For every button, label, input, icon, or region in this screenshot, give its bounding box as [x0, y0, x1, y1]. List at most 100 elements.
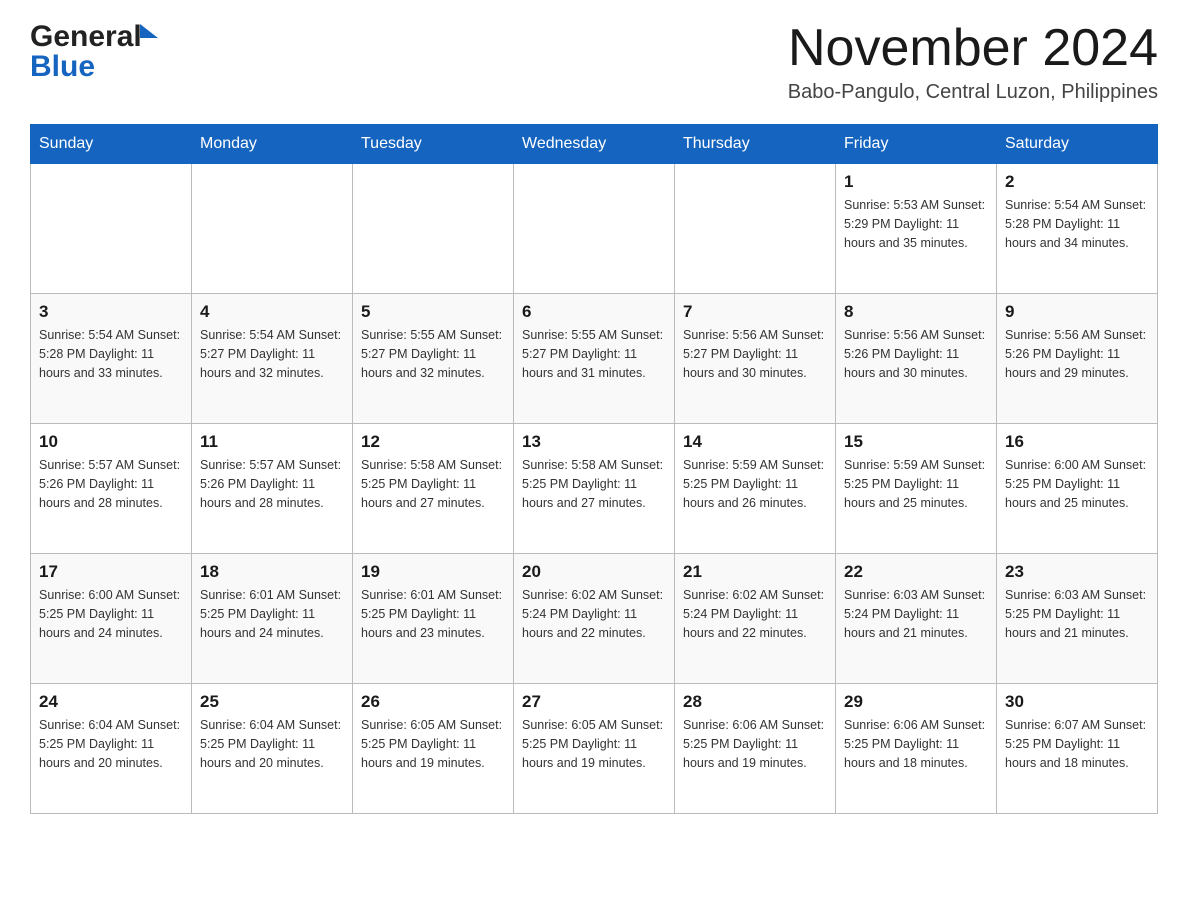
calendar-week-row: 24 Sunrise: 6:04 AM Sunset: 5:25 PM Dayli… [31, 684, 1158, 814]
calendar-cell: 13Sunrise: 5:58 AM Sunset: 5:25 PM Dayli… [514, 424, 675, 554]
day-info: Sunrise: 5:58 AM Sunset: 5:25 PM Dayligh… [361, 456, 505, 512]
calendar-cell: 6 Sunrise: 5:55 AM Sunset: 5:27 PM Daylig… [514, 294, 675, 424]
calendar-week-row: 17 Sunrise: 6:00 AM Sunset: 5:25 PM Dayli… [31, 554, 1158, 684]
day-info: Sunrise: 6:00 AM Sunset: 5:25 PM Dayligh… [39, 586, 183, 642]
calendar-cell [31, 164, 192, 294]
day-number: 5 [361, 302, 505, 322]
day-of-week-header: Tuesday [353, 125, 514, 164]
day-of-week-header: Thursday [675, 125, 836, 164]
day-number: 11 [200, 432, 344, 452]
day-number: 20 [522, 562, 666, 582]
day-info: Sunrise: 5:59 AM Sunset: 5:25 PM Dayligh… [683, 456, 827, 512]
calendar-cell: 19Sunrise: 6:01 AM Sunset: 5:25 PM Dayli… [353, 554, 514, 684]
calendar-cell: 2 Sunrise: 5:54 AM Sunset: 5:28 PM Daylig… [997, 164, 1158, 294]
day-info: Sunrise: 6:04 AM Sunset: 5:25 PM Dayligh… [39, 716, 183, 772]
calendar-cell: 21 Sunrise: 6:02 AM Sunset: 5:24 PM Dayli… [675, 554, 836, 684]
calendar-cell: 5 Sunrise: 5:55 AM Sunset: 5:27 PM Daylig… [353, 294, 514, 424]
day-info: Sunrise: 6:03 AM Sunset: 5:24 PM Dayligh… [844, 586, 988, 642]
day-info: Sunrise: 6:02 AM Sunset: 5:24 PM Dayligh… [522, 586, 666, 642]
day-info: Sunrise: 5:57 AM Sunset: 5:26 PM Dayligh… [200, 456, 344, 512]
day-number: 21 [683, 562, 827, 582]
logo-blue-text: Blue [30, 50, 95, 84]
day-number: 10 [39, 432, 183, 452]
day-info: Sunrise: 5:58 AM Sunset: 5:25 PM Dayligh… [522, 456, 666, 512]
day-number: 27 [522, 692, 666, 712]
calendar-cell: 7 Sunrise: 5:56 AM Sunset: 5:27 PM Daylig… [675, 294, 836, 424]
calendar-cell: 23 Sunrise: 6:03 AM Sunset: 5:25 PM Dayli… [997, 554, 1158, 684]
page-header: General Blue November 2024 Babo-Pangulo,… [30, 20, 1158, 104]
day-number: 3 [39, 302, 183, 322]
calendar-week-row: 1 Sunrise: 5:53 AM Sunset: 5:29 PM Daylig… [31, 164, 1158, 294]
day-info: Sunrise: 5:56 AM Sunset: 5:27 PM Dayligh… [683, 326, 827, 382]
calendar-cell [675, 164, 836, 294]
day-number: 12 [361, 432, 505, 452]
day-number: 26 [361, 692, 505, 712]
location-title: Babo-Pangulo, Central Luzon, Philippines [788, 81, 1158, 104]
calendar-cell: 11 Sunrise: 5:57 AM Sunset: 5:26 PM Dayli… [192, 424, 353, 554]
day-info: Sunrise: 6:03 AM Sunset: 5:25 PM Dayligh… [1005, 586, 1149, 642]
day-info: Sunrise: 6:00 AM Sunset: 5:25 PM Dayligh… [1005, 456, 1149, 512]
day-info: Sunrise: 6:02 AM Sunset: 5:24 PM Dayligh… [683, 586, 827, 642]
calendar-cell: 24 Sunrise: 6:04 AM Sunset: 5:25 PM Dayli… [31, 684, 192, 814]
calendar-cell: 27Sunrise: 6:05 AM Sunset: 5:25 PM Dayli… [514, 684, 675, 814]
calendar-table: SundayMondayTuesdayWednesdayThursdayFrid… [30, 124, 1158, 814]
day-info: Sunrise: 5:54 AM Sunset: 5:27 PM Dayligh… [200, 326, 344, 382]
day-info: Sunrise: 5:54 AM Sunset: 5:28 PM Dayligh… [1005, 196, 1149, 252]
day-number: 4 [200, 302, 344, 322]
day-number: 17 [39, 562, 183, 582]
calendar-cell [353, 164, 514, 294]
day-info: Sunrise: 5:56 AM Sunset: 5:26 PM Dayligh… [844, 326, 988, 382]
calendar-cell: 17 Sunrise: 6:00 AM Sunset: 5:25 PM Dayli… [31, 554, 192, 684]
day-info: Sunrise: 6:01 AM Sunset: 5:25 PM Dayligh… [200, 586, 344, 642]
day-info: Sunrise: 6:07 AM Sunset: 5:25 PM Dayligh… [1005, 716, 1149, 772]
day-info: Sunrise: 6:04 AM Sunset: 5:25 PM Dayligh… [200, 716, 344, 772]
calendar-cell: 10 Sunrise: 5:57 AM Sunset: 5:26 PM Dayli… [31, 424, 192, 554]
day-number: 25 [200, 692, 344, 712]
day-number: 18 [200, 562, 344, 582]
calendar-cell: 26 Sunrise: 6:05 AM Sunset: 5:25 PM Dayli… [353, 684, 514, 814]
calendar-cell: 8 Sunrise: 5:56 AM Sunset: 5:26 PM Daylig… [836, 294, 997, 424]
day-number: 6 [522, 302, 666, 322]
calendar-cell: 3 Sunrise: 5:54 AM Sunset: 5:28 PM Daylig… [31, 294, 192, 424]
day-number: 7 [683, 302, 827, 322]
day-of-week-header: Wednesday [514, 125, 675, 164]
calendar-cell [192, 164, 353, 294]
logo: General Blue [30, 20, 158, 84]
day-number: 2 [1005, 172, 1149, 192]
calendar-cell: 9 Sunrise: 5:56 AM Sunset: 5:26 PM Daylig… [997, 294, 1158, 424]
day-number: 15 [844, 432, 988, 452]
calendar-cell: 28Sunrise: 6:06 AM Sunset: 5:25 PM Dayli… [675, 684, 836, 814]
calendar-cell: 18 Sunrise: 6:01 AM Sunset: 5:25 PM Dayli… [192, 554, 353, 684]
day-info: Sunrise: 6:05 AM Sunset: 5:25 PM Dayligh… [361, 716, 505, 772]
day-number: 30 [1005, 692, 1149, 712]
calendar-cell: 22 Sunrise: 6:03 AM Sunset: 5:24 PM Dayli… [836, 554, 997, 684]
day-info: Sunrise: 5:54 AM Sunset: 5:28 PM Dayligh… [39, 326, 183, 382]
day-number: 8 [844, 302, 988, 322]
day-info: Sunrise: 5:55 AM Sunset: 5:27 PM Dayligh… [522, 326, 666, 382]
calendar-cell [514, 164, 675, 294]
day-of-week-header: Friday [836, 125, 997, 164]
day-number: 9 [1005, 302, 1149, 322]
day-number: 22 [844, 562, 988, 582]
day-info: Sunrise: 5:53 AM Sunset: 5:29 PM Dayligh… [844, 196, 988, 252]
day-number: 29 [844, 692, 988, 712]
calendar-cell: 29 Sunrise: 6:06 AM Sunset: 5:25 PM Dayli… [836, 684, 997, 814]
day-info: Sunrise: 5:57 AM Sunset: 5:26 PM Dayligh… [39, 456, 183, 512]
calendar-cell: 15 Sunrise: 5:59 AM Sunset: 5:25 PM Dayli… [836, 424, 997, 554]
day-info: Sunrise: 6:06 AM Sunset: 5:25 PM Dayligh… [844, 716, 988, 772]
calendar-week-row: 3 Sunrise: 5:54 AM Sunset: 5:28 PM Daylig… [31, 294, 1158, 424]
day-number: 24 [39, 692, 183, 712]
day-number: 19 [361, 562, 505, 582]
logo-general-text: General [30, 20, 142, 54]
calendar-week-row: 10 Sunrise: 5:57 AM Sunset: 5:26 PM Dayli… [31, 424, 1158, 554]
day-of-week-header: Monday [192, 125, 353, 164]
calendar-cell: 12 Sunrise: 5:58 AM Sunset: 5:25 PM Dayli… [353, 424, 514, 554]
day-number: 16 [1005, 432, 1149, 452]
day-info: Sunrise: 5:56 AM Sunset: 5:26 PM Dayligh… [1005, 326, 1149, 382]
day-number: 28 [683, 692, 827, 712]
day-number: 1 [844, 172, 988, 192]
day-info: Sunrise: 5:55 AM Sunset: 5:27 PM Dayligh… [361, 326, 505, 382]
day-number: 23 [1005, 562, 1149, 582]
title-area: November 2024 Babo-Pangulo, Central Luzo… [788, 20, 1158, 104]
day-info: Sunrise: 5:59 AM Sunset: 5:25 PM Dayligh… [844, 456, 988, 512]
